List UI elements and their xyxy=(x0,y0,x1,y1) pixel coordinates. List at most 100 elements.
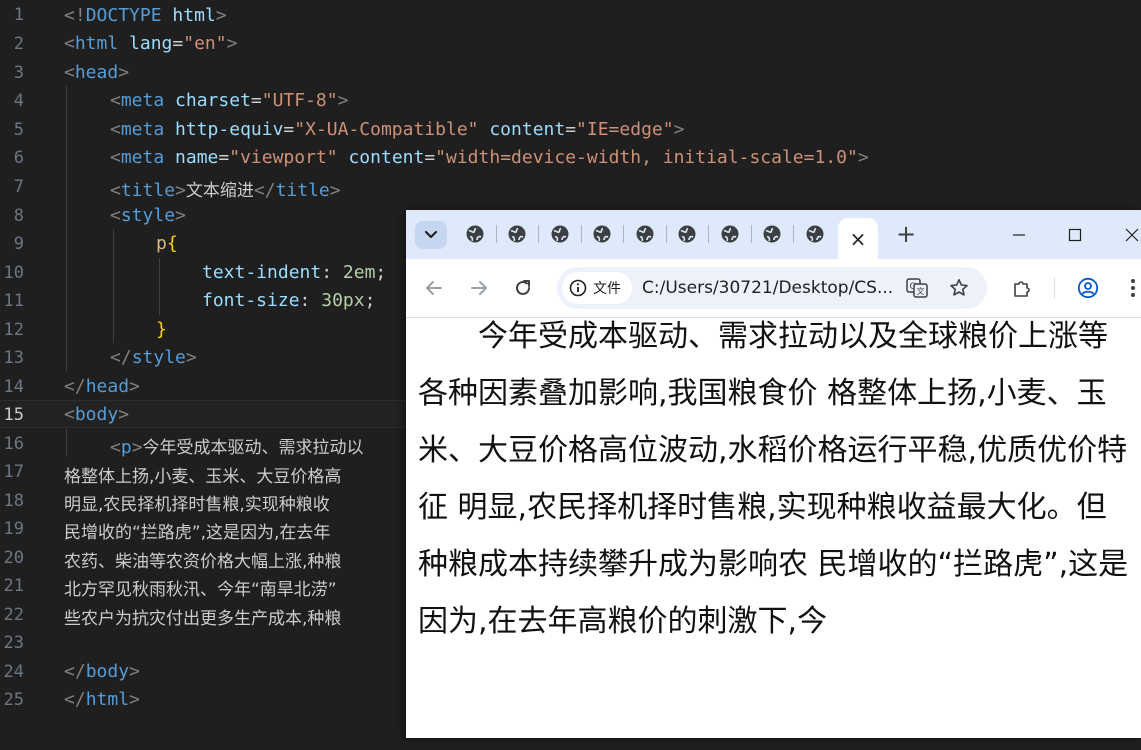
code-line-21[interactable]: 北方罕见秋雨秋汛、今年“南旱北涝” xyxy=(64,575,337,600)
code-line-20[interactable]: 农药、柴油等农资价格大幅上涨,种粮 xyxy=(64,547,341,572)
translate-button[interactable]: G文 xyxy=(905,276,929,300)
menu-button[interactable] xyxy=(1121,276,1141,300)
code-line-6[interactable]: <meta name="viewport" content="width=dev… xyxy=(110,147,869,168)
maximize-icon xyxy=(1068,228,1082,242)
code-line-13[interactable]: </style> xyxy=(110,347,197,368)
line-number: 5 xyxy=(13,120,24,140)
code-line-10[interactable]: text-indent: 2em; xyxy=(202,262,386,283)
code-line-18[interactable]: 明显,农民择机择时售粮,实现种粮收 xyxy=(64,490,330,515)
code-line-9[interactable]: p{ xyxy=(156,233,178,254)
close-window-button[interactable] xyxy=(1119,222,1141,248)
globe-icon xyxy=(721,225,739,243)
chip-label: 文件 xyxy=(593,281,621,297)
code-line-3[interactable]: <head> xyxy=(64,62,129,83)
code-line-14[interactable]: </head> xyxy=(64,376,140,397)
line-number: 18 xyxy=(3,491,24,511)
address-bar[interactable]: 文件 C:/Users/30721/Desktop/CS... G文 xyxy=(557,267,987,309)
line-number: 6 xyxy=(13,148,24,168)
extensions-button[interactable] xyxy=(1010,276,1034,300)
code-line-17[interactable]: 格整体上扬,小麦、玉米、大豆价格高 xyxy=(64,462,341,487)
inactive-tab[interactable] xyxy=(592,224,612,244)
line-number: 8 xyxy=(13,206,24,226)
inactive-tab[interactable] xyxy=(762,224,782,244)
inactive-tab[interactable] xyxy=(507,224,527,244)
new-tab-button[interactable]: + xyxy=(894,222,918,246)
code-line-12[interactable]: } xyxy=(156,319,167,340)
indent-guide xyxy=(66,86,67,371)
globe-icon xyxy=(636,225,654,243)
line-number: 22 xyxy=(3,605,24,625)
tab-search-button[interactable] xyxy=(415,221,447,249)
inactive-tab[interactable] xyxy=(677,224,697,244)
minimize-button[interactable] xyxy=(1006,222,1032,248)
inactive-tab[interactable] xyxy=(550,224,570,244)
code-line-8[interactable]: <style> xyxy=(110,205,186,226)
arrow-right-icon xyxy=(471,281,487,295)
minimize-icon xyxy=(1013,234,1025,236)
code-line-22[interactable]: 些农户为抗灾付出更多生产成本,种粮 xyxy=(64,604,341,629)
url-text[interactable]: C:/Users/30721/Desktop/CS... xyxy=(642,278,893,298)
tab-separator xyxy=(751,225,752,243)
code-line-7[interactable]: <title>文本缩进</title> xyxy=(110,176,341,201)
maximize-button[interactable] xyxy=(1062,222,1088,248)
tab-separator xyxy=(708,225,709,243)
code-line-5[interactable]: <meta http-equiv="X-UA-Compatible" conte… xyxy=(110,119,684,140)
site-info-chip[interactable]: 文件 xyxy=(562,272,632,304)
inactive-tab[interactable] xyxy=(805,224,825,244)
translate-icon: G文 xyxy=(906,278,928,298)
code-line-2[interactable]: <html lang="en"> xyxy=(64,33,237,54)
reload-button[interactable] xyxy=(511,276,535,300)
globe-icon xyxy=(763,225,781,243)
line-number: 4 xyxy=(13,91,24,111)
active-tab[interactable]: × xyxy=(838,218,878,259)
profile-button[interactable] xyxy=(1076,276,1100,300)
plus-icon: + xyxy=(895,220,917,248)
line-number: 9 xyxy=(13,234,24,254)
code-line-24[interactable]: </body> xyxy=(64,661,140,682)
reload-icon xyxy=(516,280,530,295)
code-line-15[interactable]: <body> xyxy=(64,404,129,425)
indented-paragraph: 今年受成本驱动、需求拉动以及全球粮价上涨等各种因素叠加影响,我国粮食价 格整体上… xyxy=(418,319,1129,639)
code-line-25[interactable]: </html> xyxy=(64,689,140,710)
tab-separator xyxy=(538,225,539,243)
line-number: 10 xyxy=(3,263,24,283)
kebab-menu-icon xyxy=(1131,279,1135,297)
tab-separator xyxy=(793,225,794,243)
account-icon xyxy=(1077,277,1099,299)
inactive-tab[interactable] xyxy=(635,224,655,244)
line-number: 7 xyxy=(13,177,24,197)
line-number: 15 xyxy=(3,405,24,425)
toolbar-divider xyxy=(1054,277,1055,299)
line-number: 24 xyxy=(3,662,24,682)
line-number: 11 xyxy=(3,291,24,311)
line-number: 25 xyxy=(3,690,24,710)
browser-toolbar: 文件 C:/Users/30721/Desktop/CS... G文 xyxy=(406,259,1141,318)
code-line-19[interactable]: 民增收的“拦路虎”,这是因为,在去年 xyxy=(64,518,330,543)
code-line-4[interactable]: <meta charset="UTF-8"> xyxy=(110,90,348,111)
globe-icon xyxy=(551,225,569,243)
tab-separator xyxy=(666,225,667,243)
forward-button[interactable] xyxy=(467,276,491,300)
code-line-16[interactable]: <p>今年受成本驱动、需求拉动以 xyxy=(110,433,364,458)
code-line-11[interactable]: font-size: 30px; xyxy=(202,290,375,311)
inactive-tab[interactable] xyxy=(720,224,740,244)
svg-text:文: 文 xyxy=(917,286,925,296)
tab-separator xyxy=(581,225,582,243)
close-tab-icon[interactable]: × xyxy=(850,227,867,251)
back-button[interactable] xyxy=(422,276,446,300)
browser-window: × + 文件 C:/Users/30721/Desktop/CS... G 文 … xyxy=(406,210,1141,738)
globe-icon xyxy=(806,225,824,243)
globe-icon xyxy=(593,225,611,243)
page-viewport[interactable]: 今年受成本驱动、需求拉动以及全球粮价上涨等各种因素叠加影响,我国粮食价 格整体上… xyxy=(406,318,1141,738)
globe-icon xyxy=(508,225,526,243)
tab-strip: × + xyxy=(406,210,1141,259)
bookmark-button[interactable] xyxy=(947,276,971,300)
inactive-tab[interactable] xyxy=(465,224,485,244)
line-number: 14 xyxy=(3,377,24,397)
line-number: 23 xyxy=(3,633,24,653)
close-icon xyxy=(1125,228,1139,242)
line-number: 16 xyxy=(3,434,24,454)
code-line-1[interactable]: <!DOCTYPE html> xyxy=(64,5,227,26)
globe-icon xyxy=(466,225,484,243)
line-number: 13 xyxy=(3,348,24,368)
